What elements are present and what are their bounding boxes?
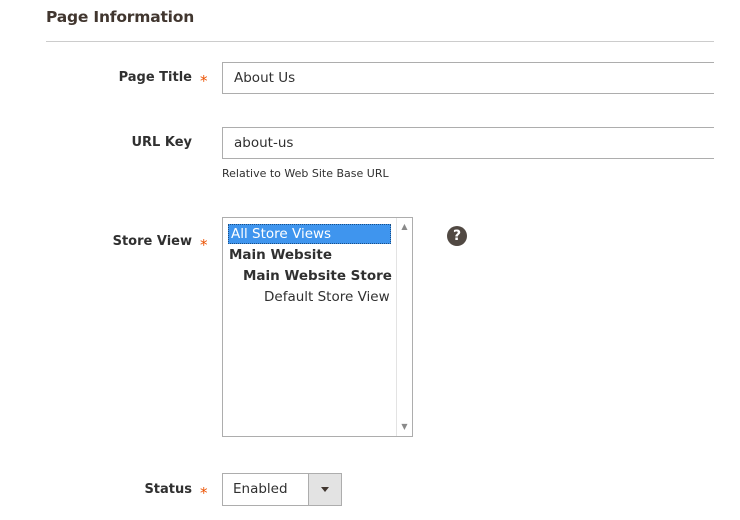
section-divider — [46, 41, 714, 42]
store-view-scrollbar[interactable]: ▲ ▼ — [396, 218, 412, 436]
url-key-input[interactable] — [222, 127, 714, 159]
store-view-label: Store View — [112, 234, 192, 249]
status-select-toggle[interactable] — [308, 474, 341, 505]
scroll-down-icon[interactable]: ▼ — [397, 419, 412, 435]
page-title-input[interactable] — [222, 62, 714, 94]
required-indicator: * — [200, 484, 208, 502]
store-view-option-all[interactable]: All Store Views — [228, 224, 391, 244]
status-select-value: Enabled — [233, 481, 288, 497]
url-key-label: URL Key — [131, 135, 192, 150]
scroll-up-icon[interactable]: ▲ — [397, 219, 412, 235]
store-view-option-store[interactable]: Main Website Store — [243, 266, 392, 286]
section-title: Page Information — [46, 8, 195, 26]
question-circle-icon[interactable]: ? — [447, 226, 467, 246]
store-view-multiselect[interactable]: All Store Views Main Website Main Websit… — [222, 217, 413, 437]
status-select[interactable]: Enabled — [222, 473, 342, 506]
required-indicator: * — [200, 236, 208, 254]
chevron-down-icon — [321, 487, 329, 492]
status-label: Status — [144, 482, 192, 497]
required-indicator: * — [200, 72, 208, 90]
store-view-option-default[interactable]: Default Store View — [264, 287, 390, 307]
url-key-note: Relative to Web Site Base URL — [222, 167, 389, 180]
store-view-option-website[interactable]: Main Website — [229, 245, 332, 265]
page-title-label: Page Title — [118, 70, 192, 85]
